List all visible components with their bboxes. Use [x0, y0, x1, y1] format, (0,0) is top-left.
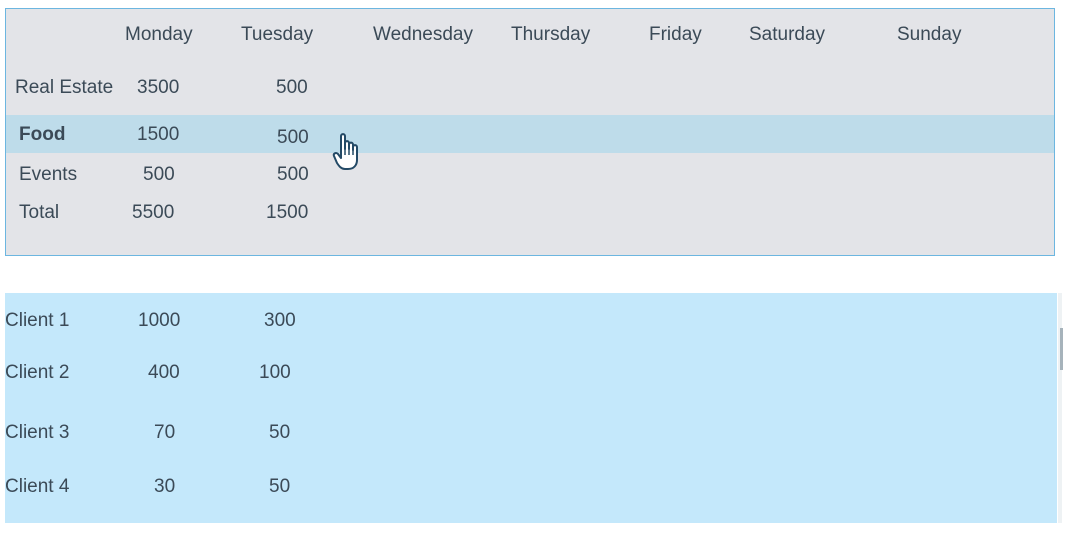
column-header-saturday[interactable]: Saturday [749, 24, 825, 46]
cell-client-1-tuesday[interactable]: 300 [264, 310, 296, 332]
row-label-real-estate: Real Estate [15, 77, 114, 98]
cell-food-monday[interactable]: 1500 [137, 124, 179, 146]
cell-real-estate-monday[interactable]: 3500 [137, 77, 179, 99]
row-label-client-1: Client 1 [5, 310, 70, 331]
row-label-client-2: Client 2 [5, 362, 70, 383]
column-header-tuesday[interactable]: Tuesday [241, 24, 313, 46]
column-header-monday[interactable]: Monday [125, 24, 193, 46]
hand-pointer-icon [332, 133, 358, 170]
cell-total-tuesday[interactable]: 1500 [266, 202, 308, 224]
cell-events-tuesday[interactable]: 500 [277, 164, 309, 186]
column-header-sunday[interactable]: Sunday [897, 24, 961, 46]
row-label-food: Food [19, 124, 66, 145]
weekly-expense-table: Monday Tuesday Wednesday Thursday Friday… [5, 8, 1055, 256]
cell-events-monday[interactable]: 500 [143, 164, 175, 186]
column-header-friday[interactable]: Friday [649, 24, 702, 46]
cell-client-4-monday[interactable]: 30 [154, 476, 175, 498]
cell-client-1-monday[interactable]: 1000 [138, 310, 180, 332]
row-label-client-3: Client 3 [5, 422, 70, 443]
row-label-client-4: Client 4 [5, 476, 70, 497]
cell-client-3-tuesday[interactable]: 50 [269, 422, 290, 444]
cell-total-monday[interactable]: 5500 [132, 202, 174, 224]
cell-real-estate-tuesday[interactable]: 500 [276, 77, 308, 99]
cell-client-4-tuesday[interactable]: 50 [269, 476, 290, 498]
scrollbar-thumb[interactable] [1060, 328, 1063, 370]
cell-client-2-monday[interactable]: 400 [148, 362, 180, 384]
row-label-total: Total [19, 202, 60, 223]
client-table: Client 1 1000 300 Client 2 400 100 Clien… [5, 293, 1057, 523]
column-header-thursday[interactable]: Thursday [511, 24, 590, 46]
cell-food-tuesday[interactable]: 500 [277, 127, 309, 149]
cell-client-3-monday[interactable]: 70 [154, 422, 175, 444]
row-label-events: Events [19, 164, 78, 185]
column-header-wednesday[interactable]: Wednesday [373, 24, 473, 46]
cell-client-2-tuesday[interactable]: 100 [259, 362, 291, 384]
